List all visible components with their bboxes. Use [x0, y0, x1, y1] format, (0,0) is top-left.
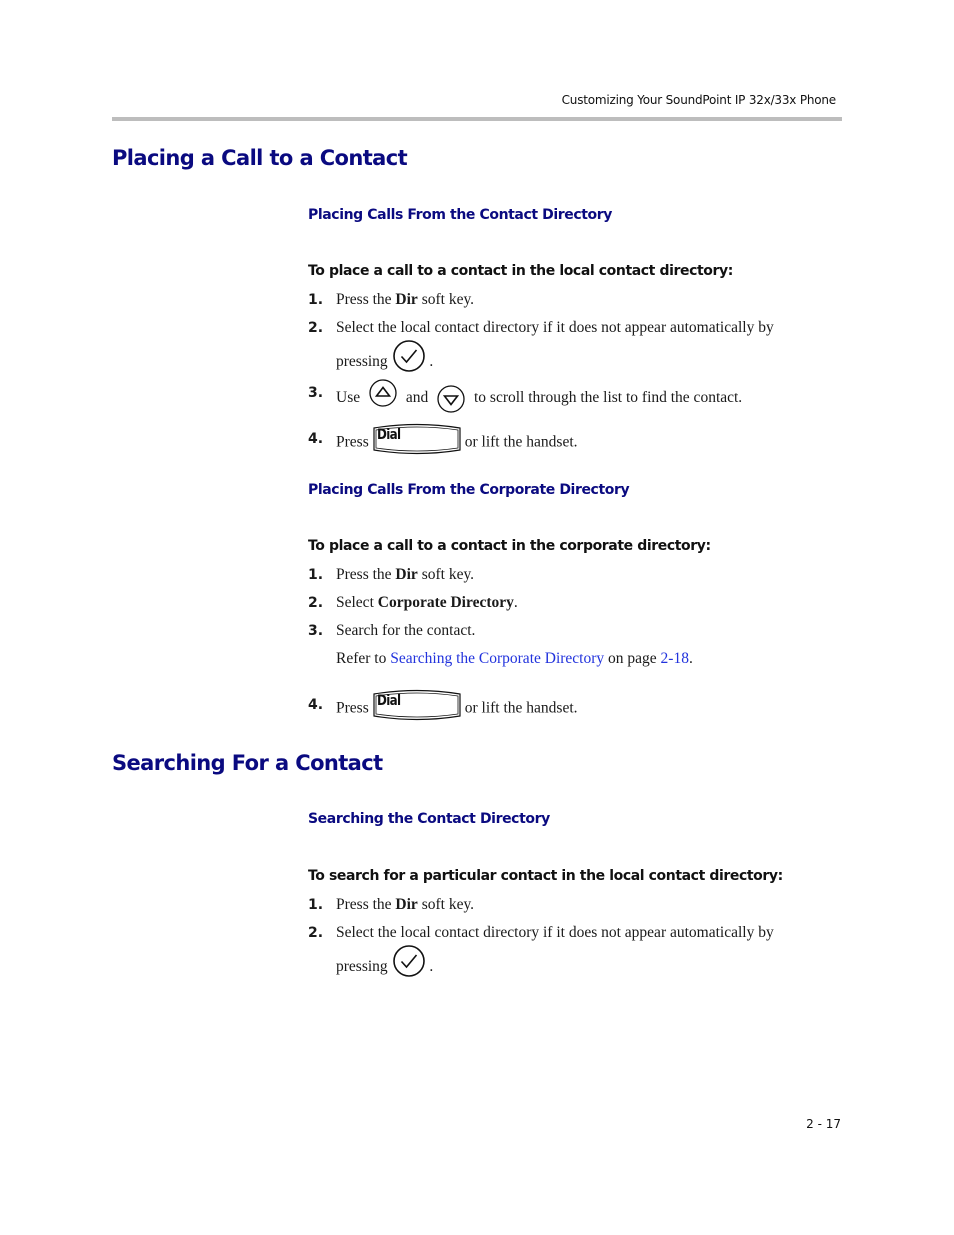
check-key-icon [392, 944, 426, 983]
up-arrow-key-icon [368, 378, 398, 413]
dir-key-name: Dir [395, 291, 418, 308]
step-text: Press Dial or lift the handset. [336, 423, 578, 456]
cross-reference: Refer to Searching the Corporate Directo… [336, 650, 693, 667]
step-text: Press Dial or lift the handset. [336, 689, 578, 722]
procedure-title: To search for a particular contact in th… [308, 868, 783, 884]
header-rule [112, 117, 842, 121]
subsection-heading-corporate-directory: Placing Calls From the Corporate Directo… [308, 482, 630, 498]
dial-key-label: Dial [376, 693, 401, 709]
step-number: 2. [308, 320, 324, 336]
dial-softkey-icon: Dial [371, 688, 463, 722]
link-page-2-18[interactable]: 2-18 [661, 650, 689, 667]
step-number: 3. [308, 623, 324, 639]
section-heading-searching-contact: Searching For a Contact [112, 751, 383, 775]
step-text: Select Corporate Directory. [336, 594, 518, 611]
step-number: 1. [308, 292, 324, 308]
step-number: 1. [308, 897, 324, 913]
subsection-heading-contact-directory: Placing Calls From the Contact Directory [308, 207, 612, 223]
step-number: 3. [308, 385, 324, 401]
dial-softkey-icon: Dial [371, 422, 463, 456]
dir-key-name: Dir [395, 566, 418, 583]
step-text: Press the Dir soft key. [336, 896, 475, 913]
check-key-icon [392, 339, 426, 378]
corporate-directory-term: Corporate Directory [377, 594, 514, 611]
running-header: Customizing Your SoundPoint IP 32x/33x P… [561, 93, 837, 107]
step-text: Select the local contact directory if it… [336, 319, 774, 336]
subsection-heading-searching-contact-directory: Searching the Contact Directory [308, 811, 550, 827]
step-number: 4. [308, 697, 324, 713]
down-arrow-key-icon [436, 384, 466, 419]
step-2-continuation: pressing . [336, 340, 433, 378]
step-text: Press the Dir soft key. [336, 291, 475, 308]
step-text: Search for the contact. [336, 622, 476, 639]
step-number: 1. [308, 567, 324, 583]
step-number: 4. [308, 431, 324, 447]
dial-key-label: Dial [376, 427, 401, 443]
step-number: 2. [308, 595, 324, 611]
step-2-continuation: pressing . [336, 945, 433, 983]
procedure-title: To place a call to a contact in the loca… [308, 263, 733, 279]
dir-key-name: Dir [395, 896, 418, 913]
step-text: Use and to scroll through the list to fi… [336, 379, 742, 413]
step-text: Select the local contact directory if it… [336, 924, 774, 941]
page-number: 2 - 17 [806, 1117, 841, 1131]
step-number: 2. [308, 925, 324, 941]
section-heading-placing-call: Placing a Call to a Contact [112, 146, 408, 170]
link-searching-corporate-directory[interactable]: Searching the Corporate Directory [390, 650, 604, 667]
procedure-title: To place a call to a contact in the corp… [308, 538, 711, 554]
step-text: Press the Dir soft key. [336, 566, 475, 583]
